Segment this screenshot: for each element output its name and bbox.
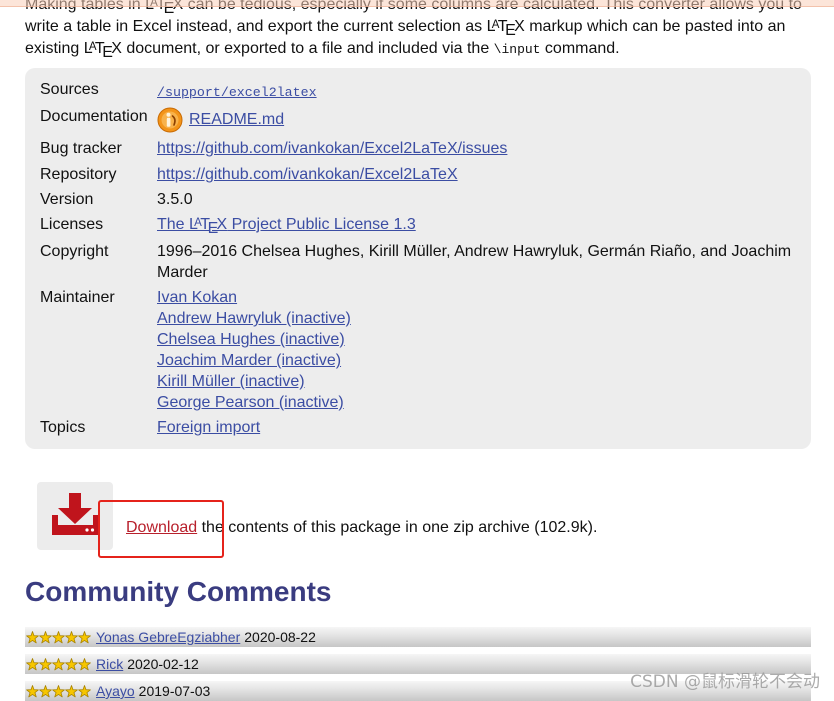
latex-logo-letter: A — [88, 40, 97, 53]
star-filled-icon — [65, 630, 78, 643]
maintainer-item: Andrew Hawryluk (inactive) — [157, 308, 797, 329]
watermark-text: CSDN @鼠标滑轮不会动 — [630, 672, 820, 692]
readme-icon[interactable] — [157, 107, 183, 133]
star-filled-icon — [26, 684, 39, 697]
star-filled-icon — [39, 630, 52, 643]
info-row-sources: Sources /support/excel2latex — [25, 79, 811, 106]
copyright-label: Copyright — [40, 243, 109, 260]
star-filled-icon — [52, 630, 65, 643]
latex-logo-letter: E — [505, 21, 516, 39]
community-comments-heading: Community Comments — [25, 576, 332, 607]
star-filled-icon — [65, 657, 78, 670]
info-row-licenses: Licenses The LATEX Project Public Licens… — [25, 214, 811, 241]
star-filled-icon — [78, 630, 91, 643]
latex-logo-letter: A — [194, 216, 202, 229]
repository-label: Repository — [40, 166, 117, 183]
maintainer-item: Chelsea Hughes (inactive) — [157, 329, 797, 350]
comment-date: 2020-02-12 — [127, 656, 199, 672]
package-info-box: Sources /support/excel2latex Documentati… — [25, 68, 811, 449]
top-edge-band — [0, 0, 834, 7]
license-text: The — [157, 216, 190, 233]
topic-link[interactable]: Foreign import — [157, 419, 260, 436]
latex-logo: LATEX — [189, 216, 228, 237]
star-filled-icon — [52, 684, 65, 697]
repository-value: https://github.com/ivankokan/Excel2LaTeX — [157, 164, 797, 189]
latex-logo: LATEX — [487, 18, 525, 39]
version-label: Version — [40, 191, 94, 208]
comment-date: 2020-08-22 — [244, 629, 316, 645]
info-row-copyright: Copyright 1996–2016 Chelsea Hughes, Kiri… — [25, 241, 811, 287]
input-command-code: \input — [493, 42, 541, 57]
star-filled-icon — [26, 630, 39, 643]
star-filled-icon — [39, 684, 52, 697]
commenter-link[interactable]: Yonas GebreEgziabher — [96, 627, 240, 647]
description-text: command. — [540, 40, 620, 57]
annotation-highlight-box — [98, 500, 224, 558]
repository-link[interactable]: https://github.com/ivankokan/Excel2LaTeX — [157, 166, 458, 183]
latex-logo-letter: E — [207, 219, 219, 237]
documentation-label: Documentation — [40, 108, 148, 125]
maintainer-link[interactable]: Joachim Marder (inactive) — [157, 352, 341, 369]
bug-tracker-value: https://github.com/ivankokan/Excel2LaTeX… — [157, 138, 797, 164]
commenter-link[interactable]: Rick — [96, 654, 123, 674]
latex-logo: LATEX — [84, 40, 122, 61]
licenses-value: The LATEX Project Public License 1.3 — [157, 214, 797, 241]
maintainer-link[interactable]: Kirill Müller (inactive) — [157, 373, 305, 390]
licenses-label: Licenses — [40, 216, 104, 233]
maintainer-label: Maintainer — [40, 289, 115, 306]
bug-tracker-label: Bug tracker — [40, 140, 122, 157]
version-value: 3.5.0 — [157, 191, 193, 208]
maintainer-link[interactable]: Ivan Kokan — [157, 289, 237, 306]
maintainer-link[interactable]: Andrew Hawryluk (inactive) — [157, 310, 351, 327]
license-text: Project Public License 1.3 — [227, 216, 416, 233]
star-rating — [26, 684, 91, 698]
maintainer-list: Ivan Kokan Andrew Hawryluk (inactive) Ch… — [157, 287, 797, 417]
info-row-topics: Topics Foreign import — [25, 417, 811, 438]
description-text: markup which can be pasted into an — [524, 18, 786, 35]
description-line: write a table in Excel instead, and expo… — [25, 16, 802, 39]
sources-label: Sources — [40, 81, 99, 98]
package-description: Making tables in LATEX can be tedious, e… — [25, 0, 802, 61]
latex-logo-letter: X — [216, 216, 228, 233]
latex-logo-letter: A — [491, 18, 500, 31]
description-line: existing LATEX document, or exported to … — [25, 38, 802, 61]
star-filled-icon — [39, 657, 52, 670]
sources-value: /support/excel2latex — [157, 79, 797, 106]
sources-link[interactable]: /support/excel2latex — [157, 85, 317, 100]
info-row-version: Version 3.5.0 — [25, 189, 811, 214]
package-info-table: Sources /support/excel2latex Documentati… — [25, 79, 811, 438]
info-row-repository: Repository https://github.com/ivankokan/… — [25, 164, 811, 189]
topics-value: Foreign import — [157, 417, 797, 438]
description-text: document, or exported to a file and incl… — [121, 40, 494, 57]
star-rating — [26, 630, 91, 644]
info-row-documentation: Documentation README.md — [25, 106, 811, 138]
maintainer-item: Joachim Marder (inactive) — [157, 350, 797, 371]
copyright-value: 1996–2016 Chelsea Hughes, Kirill Müller,… — [157, 243, 792, 281]
documentation-value: README.md — [157, 106, 797, 133]
license-link[interactable]: The LATEX Project Public License 1.3 — [157, 216, 416, 237]
download-description: the contents of this package in one zip … — [197, 519, 598, 536]
description-text: write a table in Excel instead, and expo… — [25, 18, 487, 35]
star-filled-icon — [78, 684, 91, 697]
readme-link[interactable]: README.md — [189, 109, 284, 130]
maintainer-item: Kirill Müller (inactive) — [157, 371, 797, 392]
star-filled-icon — [52, 657, 65, 670]
comment-row: Yonas GebreEgziabher 2020-08-22 — [25, 627, 811, 647]
latex-logo-letter: E — [102, 43, 113, 61]
maintainer-link[interactable]: Chelsea Hughes (inactive) — [157, 331, 345, 348]
info-row-maintainer: Maintainer Ivan Kokan Andrew Hawryluk (i… — [25, 287, 811, 417]
description-text: existing — [25, 40, 84, 57]
comment-date: 2019-07-03 — [138, 683, 211, 699]
star-filled-icon — [26, 657, 39, 670]
maintainer-item: George Pearson (inactive) — [157, 392, 797, 413]
maintainer-link[interactable]: George Pearson (inactive) — [157, 394, 344, 411]
bug-tracker-link[interactable]: https://github.com/ivankokan/Excel2LaTeX… — [157, 140, 507, 157]
topics-label: Topics — [40, 419, 86, 436]
star-filled-icon — [78, 657, 91, 670]
star-filled-icon — [65, 684, 78, 697]
info-row-bug-tracker: Bug tracker https://github.com/ivankokan… — [25, 138, 811, 164]
commenter-link[interactable]: Ayayo — [96, 681, 135, 701]
maintainer-item: Ivan Kokan — [157, 287, 797, 308]
star-rating — [26, 657, 91, 671]
